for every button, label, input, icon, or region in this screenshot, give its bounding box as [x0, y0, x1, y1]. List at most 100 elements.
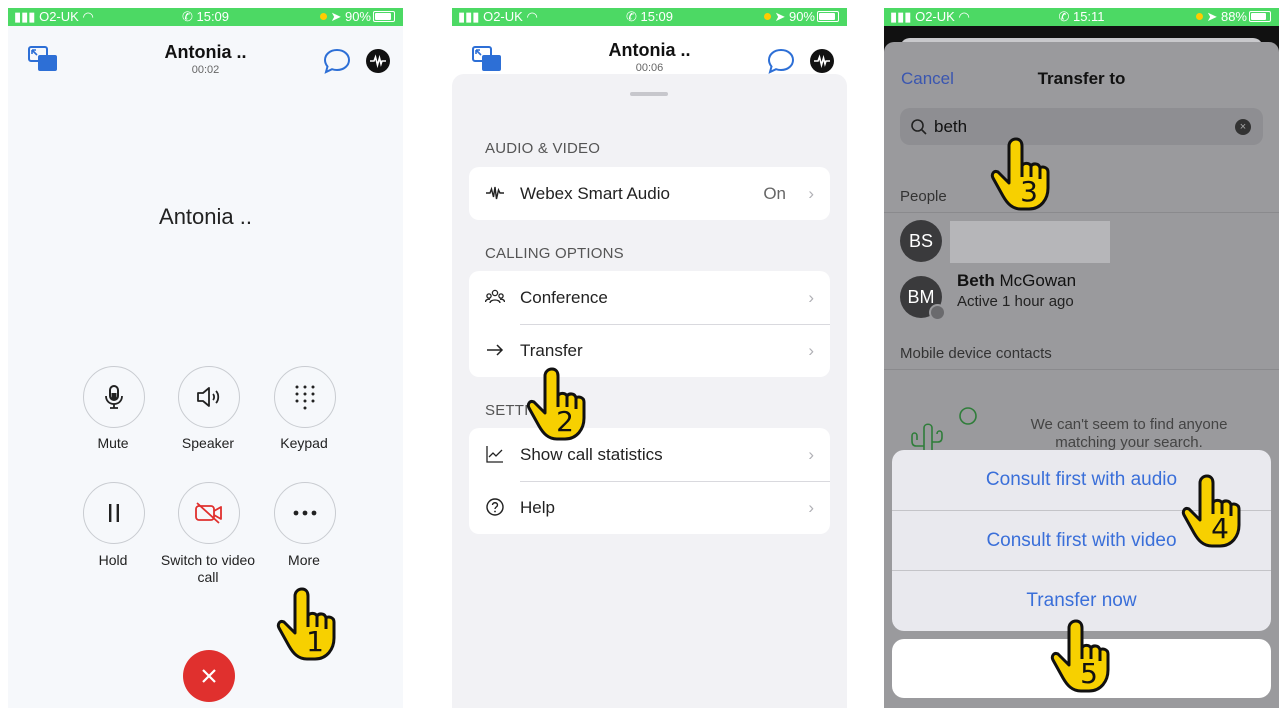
call-header: Antonia .. 00:02 — [8, 32, 403, 82]
contact-first-name: Beth — [957, 271, 995, 290]
clock: 15:11 — [1072, 9, 1105, 24]
chevron-right-icon: › — [808, 184, 814, 203]
search-input[interactable]: beth × — [900, 108, 1263, 145]
people-header: People — [900, 188, 947, 205]
recording-dot — [320, 13, 328, 20]
in-call-screen: ▮▮▮ O2-UK ◠ ✆ 15:09 ➤ 90% Antonia .. 00:… — [8, 8, 403, 708]
smart-audio-icon[interactable] — [809, 48, 835, 74]
line-chart-icon — [486, 446, 503, 463]
battery-icon — [817, 11, 839, 22]
search-query: beth — [934, 117, 968, 136]
options-sheet: AUDIO & VIDEO Webex Smart Audio On › CAL… — [452, 74, 847, 708]
tap-pointer-hand-icon: 1 — [276, 587, 336, 661]
tap-pointer-hand-icon: 2 — [526, 367, 586, 441]
phone-icon: ✆ — [181, 9, 193, 24]
switch-video-button[interactable] — [178, 482, 240, 544]
clock: 15:09 — [196, 9, 230, 24]
smart-audio-value: On — [763, 184, 786, 203]
smart-audio-icon[interactable] — [365, 48, 391, 74]
chevron-right-icon: › — [808, 341, 814, 360]
speaker-button[interactable] — [178, 366, 240, 428]
avatar[interactable]: BS — [900, 220, 942, 262]
waveform-icon — [486, 186, 504, 200]
divider — [884, 369, 1279, 370]
contact-name[interactable]: Beth McGowan — [957, 271, 1076, 291]
audio-video-group: Webex Smart Audio On › — [469, 167, 830, 220]
video-off-icon — [195, 502, 222, 524]
sheet-grabber[interactable] — [630, 92, 668, 96]
tap-pointer-hand-icon: 3 — [990, 137, 1050, 211]
microphone-icon — [105, 385, 123, 409]
contact-status: Active 1 hour ago — [957, 293, 1074, 310]
status-bar: ▮▮▮ O2-UK ◠ ✆ 15:09 ➤ 90% — [8, 8, 403, 26]
step-number: 3 — [1020, 175, 1038, 208]
divider — [884, 212, 1279, 213]
settings-group: Show call statistics › Help › — [469, 428, 830, 534]
keypad-label: Keypad — [280, 435, 328, 451]
tap-pointer-hand-icon: 5 — [1050, 619, 1110, 693]
calling-options-group: Conference › Transfer › — [469, 271, 830, 377]
location-icon: ➤ — [330, 9, 342, 24]
location-icon: ➤ — [1206, 9, 1218, 24]
battery-percent: 90% — [344, 9, 371, 24]
chevron-right-icon: › — [808, 498, 814, 517]
chat-icon[interactable] — [323, 48, 351, 74]
keypad-button[interactable] — [274, 366, 336, 428]
search-icon — [911, 119, 927, 135]
step-number: 2 — [556, 405, 574, 438]
more-button[interactable] — [274, 482, 336, 544]
step-number: 5 — [1080, 657, 1098, 690]
conference-label: Conference — [520, 288, 608, 307]
clock: 15:09 — [640, 9, 674, 24]
section-settings: SETTI — [485, 402, 529, 419]
mute-button[interactable] — [83, 366, 145, 428]
mute-label: Mute — [97, 435, 129, 451]
hold-label: Hold — [98, 552, 128, 568]
people-icon — [485, 289, 505, 304]
status-bar: ▮▮▮ O2-UK ◠ ✆ 15:09 ➤ 90% — [452, 8, 847, 26]
contact-last-name: McGowan — [994, 271, 1077, 290]
presence-clock-icon — [929, 304, 946, 321]
chat-icon[interactable] — [767, 48, 795, 74]
help-label: Help — [520, 498, 555, 517]
transfer-label: Transfer — [520, 341, 583, 360]
location-icon: ➤ — [774, 9, 786, 24]
smart-audio-row[interactable]: Webex Smart Audio On › — [469, 167, 830, 220]
recording-dot — [1196, 13, 1204, 20]
more-options-screen: ▮▮▮ O2-UK ◠ ✆ 15:09 ➤ 90% Antonia .. 00:… — [452, 8, 847, 708]
section-audio-video: AUDIO & VIDEO — [485, 140, 601, 157]
battery-percent: 90% — [788, 9, 815, 24]
transfer-screen: ▮▮▮ O2-UK ◠ ✆ 15:11 ➤ 88% Cancel Transfe… — [884, 8, 1279, 708]
end-call-button[interactable] — [183, 650, 235, 702]
step-number: 1 — [306, 625, 324, 658]
status-bar: ▮▮▮ O2-UK ◠ ✆ 15:11 ➤ 88% — [884, 8, 1279, 26]
help-row[interactable]: Help › — [469, 481, 830, 534]
section-calling-options: CALLING OPTIONS — [485, 245, 624, 262]
close-icon — [202, 669, 216, 683]
keypad-icon — [295, 385, 315, 410]
recording-dot — [764, 13, 772, 20]
call-statistics-label: Show call statistics — [520, 445, 663, 464]
chevron-right-icon: › — [808, 288, 814, 307]
empty-search-message: We can't seem to find anyone matching yo… — [1030, 416, 1228, 451]
step-number: 4 — [1211, 512, 1229, 545]
switch-video-label: Switch to video call — [160, 552, 256, 585]
battery-icon — [1249, 11, 1271, 22]
redacted-contact-name[interactable] — [950, 221, 1110, 263]
phone-icon: ✆ — [1058, 9, 1070, 24]
battery-icon — [373, 11, 395, 22]
hold-button[interactable] — [83, 482, 145, 544]
tap-pointer-hand-icon: 4 — [1181, 474, 1241, 548]
smart-audio-label: Webex Smart Audio — [520, 184, 670, 203]
conference-row[interactable]: Conference › — [469, 271, 830, 324]
mobile-contacts-header: Mobile device contacts — [900, 345, 1052, 362]
caller-name: Antonia .. — [159, 204, 252, 229]
battery-percent: 88% — [1220, 9, 1247, 24]
phone-icon: ✆ — [625, 9, 637, 24]
chevron-right-icon: › — [808, 445, 814, 464]
help-icon — [486, 498, 504, 516]
transfer-title: Transfer to — [1037, 69, 1126, 88]
clear-search-icon[interactable]: × — [1235, 119, 1251, 135]
speaker-label: Speaker — [181, 435, 235, 451]
arrow-right-icon — [487, 344, 504, 356]
